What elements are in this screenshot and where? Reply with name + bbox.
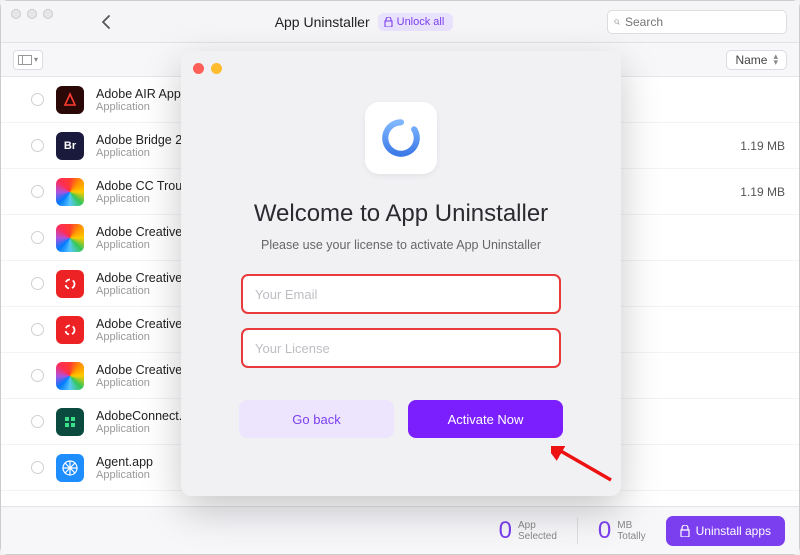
row-checkbox[interactable] [31, 277, 44, 290]
modal-close[interactable] [193, 63, 204, 74]
modal-heading: Welcome to App Uninstaller [254, 200, 548, 228]
modal-traffic-lights [181, 61, 621, 74]
row-checkbox[interactable] [31, 231, 44, 244]
app-icon: Br [56, 132, 84, 160]
row-size: 1.19 MB [715, 139, 785, 153]
selected-label-bottom: Selected [518, 531, 557, 542]
app-icon [56, 224, 84, 252]
row-checkbox[interactable] [31, 369, 44, 382]
bottom-bar: 0 App Selected 0 MB Totally Uninstall ap… [1, 506, 799, 554]
modal-button-row: Go back Activate Now [239, 400, 563, 438]
back-button[interactable] [91, 9, 121, 35]
traffic-zoom[interactable] [43, 9, 53, 19]
activation-modal: Welcome to App Uninstaller Please use yo… [181, 51, 621, 496]
stat-selected: 0 App Selected [499, 517, 557, 545]
stat-divider [577, 518, 578, 544]
row-size: 1.19 MB [715, 185, 785, 199]
traffic-minimize[interactable] [27, 9, 37, 19]
row-checkbox[interactable] [31, 415, 44, 428]
selected-count: 0 [499, 517, 512, 545]
modal-subtitle: Please use your license to activate App … [261, 238, 541, 252]
go-back-label: Go back [292, 412, 340, 427]
total-label-bottom: Totally [617, 531, 645, 542]
row-checkbox[interactable] [31, 93, 44, 106]
view-mode-toggle[interactable]: ▾ [13, 50, 43, 70]
search-field[interactable] [607, 10, 787, 34]
title-area: App Uninstaller Unlock all [133, 13, 595, 31]
activate-now-label: Activate Now [448, 412, 524, 427]
total-label-top: MB [617, 520, 645, 531]
stat-total: 0 MB Totally [598, 517, 646, 545]
app-icon [56, 178, 84, 206]
uninstall-apps-button[interactable]: Uninstall apps [666, 516, 785, 546]
sort-value: Name [735, 53, 767, 67]
activate-now-button[interactable]: Activate Now [408, 400, 563, 438]
app-icon [56, 454, 84, 482]
go-back-button[interactable]: Go back [239, 400, 394, 438]
app-icon [56, 86, 84, 114]
lock-icon [384, 17, 393, 27]
layout-icon [18, 55, 32, 65]
selected-label-top: App [518, 520, 557, 531]
traffic-close[interactable] [11, 9, 21, 19]
email-field[interactable] [255, 287, 547, 302]
sort-chevrons-icon: ▴▾ [773, 54, 778, 65]
app-logo [365, 102, 437, 174]
lock-icon [680, 525, 690, 537]
search-icon [614, 16, 620, 28]
total-count: 0 [598, 517, 611, 545]
main-window-traffic-lights [11, 9, 53, 19]
row-checkbox[interactable] [31, 323, 44, 336]
row-checkbox[interactable] [31, 461, 44, 474]
app-icon [56, 270, 84, 298]
circle-logo-icon [380, 117, 422, 159]
sort-dropdown[interactable]: Name ▴▾ [726, 50, 787, 70]
uninstall-label: Uninstall apps [696, 524, 771, 538]
license-field[interactable] [255, 341, 547, 356]
app-icon [56, 316, 84, 344]
app-icon [56, 408, 84, 436]
app-icon [56, 362, 84, 390]
unlock-all-badge[interactable]: Unlock all [378, 13, 454, 31]
unlock-label: Unlock all [397, 16, 445, 28]
app-title: App Uninstaller [275, 14, 370, 30]
row-checkbox[interactable] [31, 139, 44, 152]
chevron-left-icon [100, 15, 112, 29]
license-field-wrap[interactable] [241, 328, 561, 368]
search-input[interactable] [625, 15, 780, 29]
chevron-down-icon: ▾ [34, 55, 38, 64]
email-field-wrap[interactable] [241, 274, 561, 314]
row-checkbox[interactable] [31, 185, 44, 198]
main-toolbar: App Uninstaller Unlock all [1, 1, 799, 43]
modal-minimize[interactable] [211, 63, 222, 74]
